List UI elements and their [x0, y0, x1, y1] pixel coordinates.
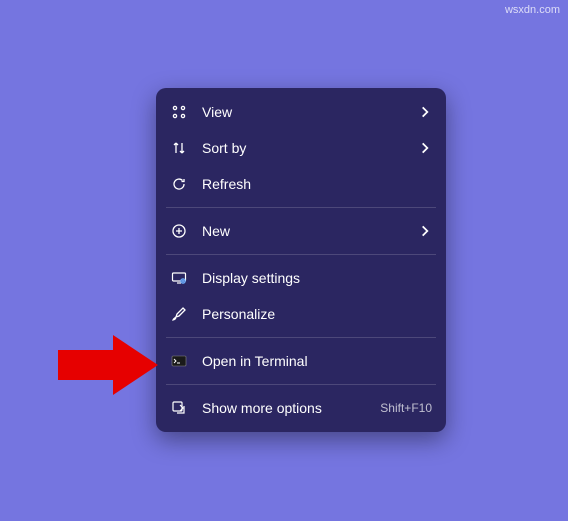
menu-separator [166, 207, 436, 208]
menu-item-personalize[interactable]: Personalize [156, 296, 446, 332]
plus-circle-icon [170, 222, 188, 240]
menu-item-label: View [202, 104, 418, 120]
chevron-right-icon [418, 224, 432, 238]
menu-item-label: Open in Terminal [202, 353, 432, 369]
chevron-right-icon [418, 141, 432, 155]
brush-icon [170, 305, 188, 323]
terminal-icon [170, 352, 188, 370]
menu-separator [166, 384, 436, 385]
menu-item-label: Refresh [202, 176, 432, 192]
menu-item-shortcut: Shift+F10 [380, 401, 432, 415]
menu-item-label: Sort by [202, 140, 418, 156]
menu-item-label: Personalize [202, 306, 432, 322]
refresh-icon [170, 175, 188, 193]
menu-separator [166, 254, 436, 255]
menu-item-label: New [202, 223, 418, 239]
context-menu: View Sort by Refresh New [156, 88, 446, 432]
menu-item-display-settings[interactable]: Display settings [156, 260, 446, 296]
menu-item-sort-by[interactable]: Sort by [156, 130, 446, 166]
chevron-right-icon [418, 105, 432, 119]
grid-icon [170, 103, 188, 121]
display-settings-icon [170, 269, 188, 287]
annotation-arrow-icon [58, 335, 158, 395]
menu-separator [166, 337, 436, 338]
menu-item-refresh[interactable]: Refresh [156, 166, 446, 202]
menu-item-new[interactable]: New [156, 213, 446, 249]
menu-item-label: Show more options [202, 400, 372, 416]
watermark-text: wsxdn.com [505, 4, 560, 16]
menu-item-view[interactable]: View [156, 94, 446, 130]
menu-item-open-in-terminal[interactable]: Open in Terminal [156, 343, 446, 379]
menu-item-label: Display settings [202, 270, 432, 286]
sort-icon [170, 139, 188, 157]
more-options-icon [170, 399, 188, 417]
menu-item-show-more-options[interactable]: Show more options Shift+F10 [156, 390, 446, 426]
